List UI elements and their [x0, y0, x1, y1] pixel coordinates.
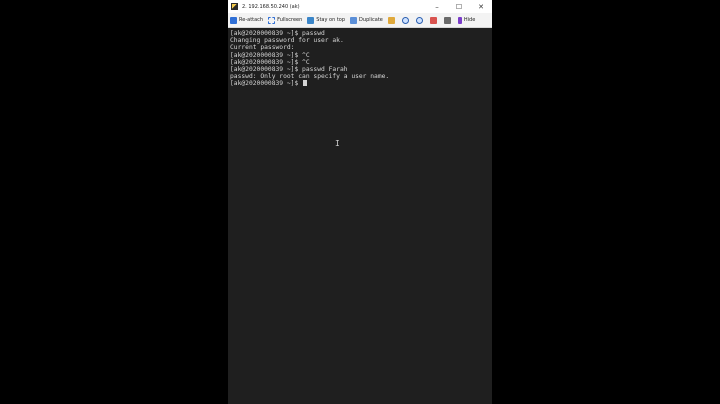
- terminal-line: [ak@2020000839 ~]$ passwd Farah: [230, 65, 348, 73]
- terminal-line: [ak@2020000839 ~]$ ^C: [230, 51, 310, 59]
- mouse-ibeam-cursor: I: [335, 139, 340, 148]
- reattach-label: Re-attach: [239, 17, 264, 23]
- pin-icon: [307, 16, 315, 24]
- maximize-button[interactable]: ☐: [448, 0, 470, 13]
- bolt-icon: [457, 16, 462, 24]
- print-icon: [443, 16, 451, 24]
- toolbar: Re-attach Fullscreen Stay on top Duplica…: [228, 13, 492, 28]
- mail-button[interactable]: [429, 16, 439, 24]
- terminal-prompt-line[interactable]: [ak@2020000839 ~]$: [230, 80, 490, 87]
- duplicate-button[interactable]: Duplicate: [350, 16, 383, 24]
- edit-icon: [387, 16, 395, 24]
- fullscreen-icon: [268, 16, 276, 24]
- terminal-line: [ak@2020000839 ~]$ ^C: [230, 58, 310, 66]
- minimize-button[interactable]: –: [426, 0, 448, 13]
- terminal-window: 2. 192.168.50.240 (ak) – ☐ ✕ Re-attach F…: [228, 0, 492, 404]
- fullscreen-button[interactable]: Fullscreen: [268, 16, 303, 24]
- stay-on-top-label: Stay on top: [316, 17, 346, 23]
- zoom-in-icon: [401, 16, 409, 24]
- window-controls: – ☐ ✕: [426, 0, 492, 13]
- print-button[interactable]: [443, 16, 453, 24]
- terminal-prompt: [ak@2020000839 ~]$: [230, 80, 303, 88]
- reattach-button[interactable]: Re-attach: [230, 16, 264, 24]
- text-cursor: [303, 80, 308, 87]
- window-title: 2. 192.168.50.240 (ak): [242, 3, 300, 10]
- stay-on-top-button[interactable]: Stay on top: [307, 16, 346, 24]
- title-bar[interactable]: 2. 192.168.50.240 (ak) – ☐ ✕: [228, 0, 492, 13]
- zoom-out-icon: [415, 16, 423, 24]
- close-button[interactable]: ✕: [470, 0, 492, 13]
- terminal-line: Changing password for user ak.: [230, 37, 344, 45]
- duplicate-label: Duplicate: [359, 17, 383, 23]
- terminal-output[interactable]: [ak@2020000839 ~]$ passwd Changing passw…: [228, 28, 492, 88]
- duplicate-icon: [350, 16, 358, 24]
- fullscreen-label: Fullscreen: [277, 17, 303, 23]
- hide-button[interactable]: Hide: [457, 16, 476, 24]
- hide-label: Hide: [463, 17, 476, 23]
- terminal-line: Current password:: [230, 44, 295, 52]
- zoom-in-button[interactable]: [401, 16, 411, 24]
- reattach-icon: [230, 16, 237, 24]
- mail-icon: [429, 16, 437, 24]
- terminal-line: passwd: Only root can specify a user nam…: [230, 73, 390, 81]
- zoom-out-button[interactable]: [415, 16, 425, 24]
- edit-button[interactable]: [387, 16, 397, 24]
- terminal-line: [ak@2020000839 ~]$ passwd: [230, 30, 325, 37]
- app-icon: [231, 3, 238, 10]
